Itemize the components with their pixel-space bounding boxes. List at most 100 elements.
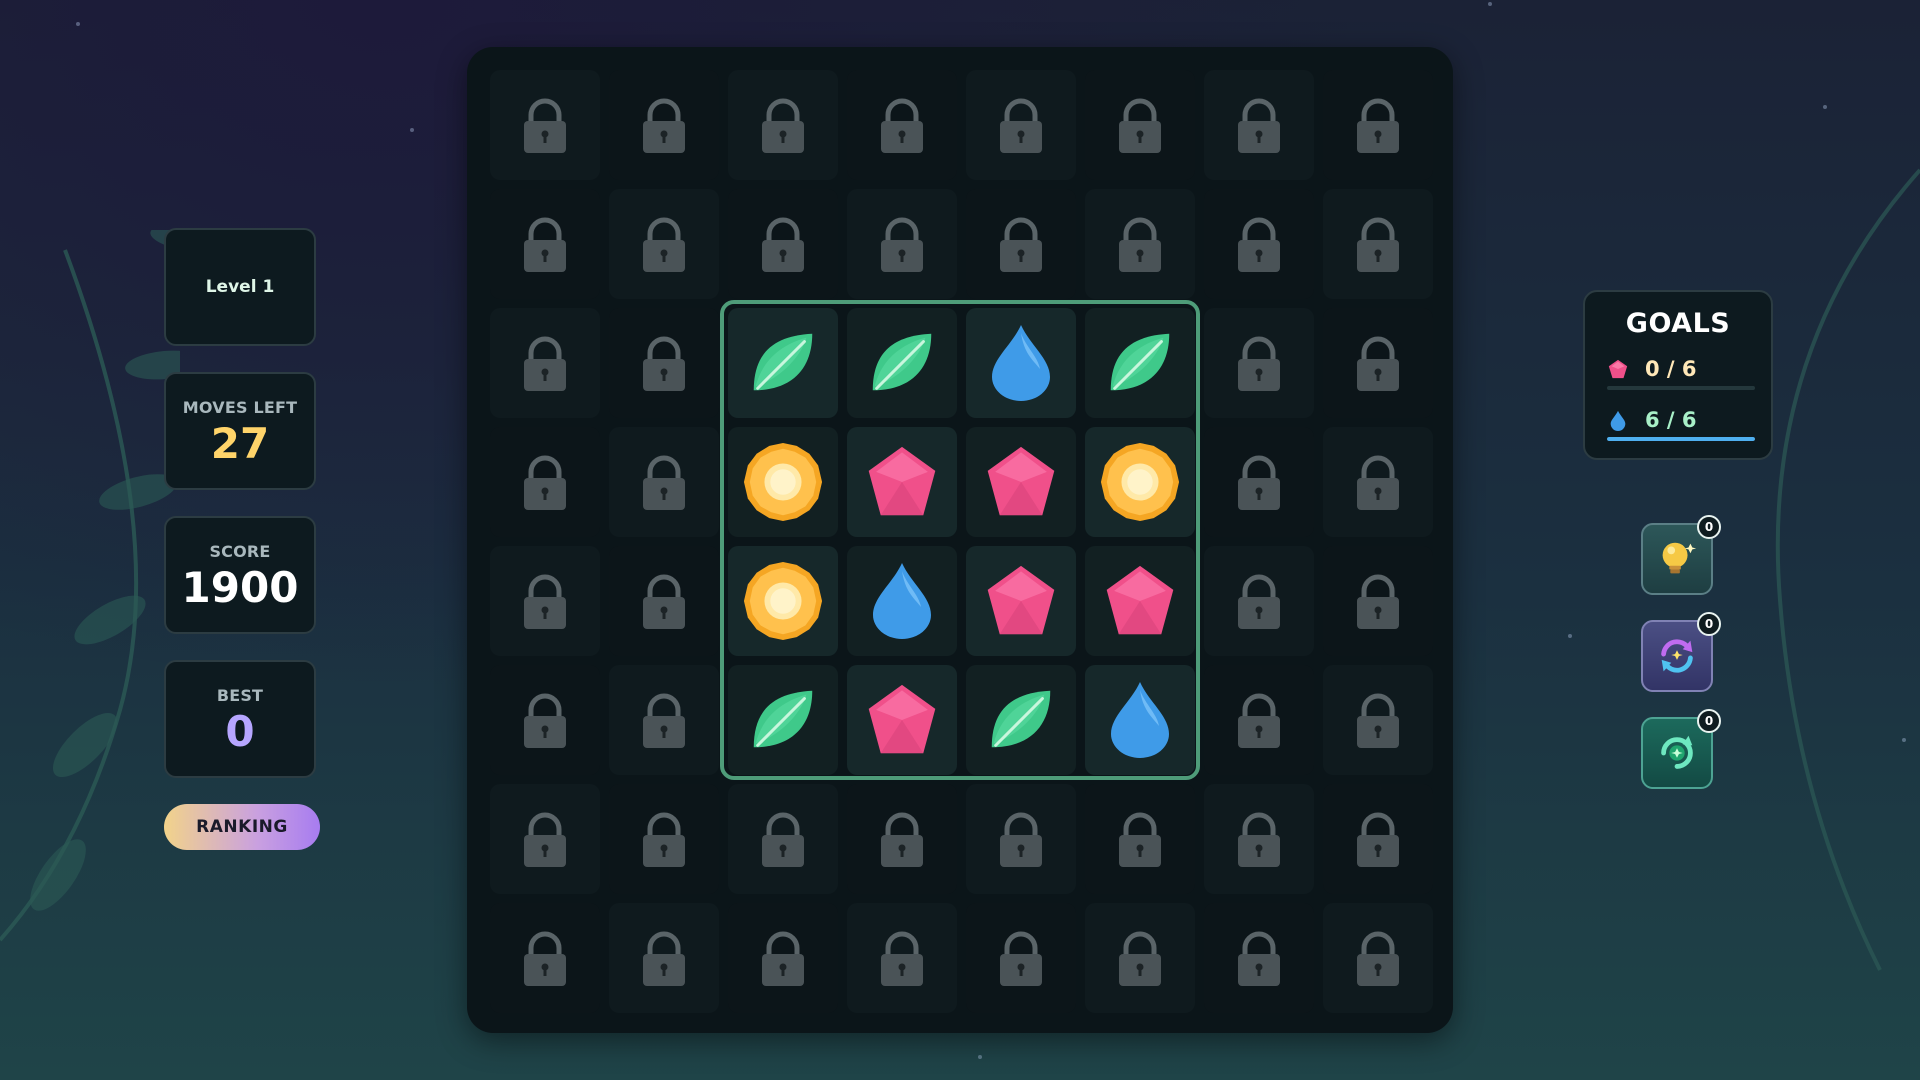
- board-cell-gem[interactable]: [966, 427, 1076, 537]
- best-value: 0: [225, 706, 255, 756]
- lock-icon: [1234, 809, 1284, 869]
- locked-cell: [847, 189, 957, 299]
- moves-label: MOVES LEFT: [182, 397, 298, 417]
- lock-icon: [1353, 571, 1403, 631]
- board-cell-drop[interactable]: [1085, 665, 1195, 775]
- locked-cell: [609, 546, 719, 656]
- board-cell-coin[interactable]: [728, 546, 838, 656]
- board-cell-leaf[interactable]: [728, 308, 838, 418]
- board-cell-gem[interactable]: [1085, 546, 1195, 656]
- game-board: [467, 47, 1453, 1033]
- lock-icon: [996, 928, 1046, 988]
- shuffle-powerup-button[interactable]: 0: [1641, 709, 1721, 789]
- locked-cell: [1085, 189, 1195, 299]
- goals-card: GOALS 0 / 6 6 / 6: [1583, 290, 1773, 460]
- goals-title: GOALS: [1625, 308, 1731, 339]
- locked-cell: [609, 427, 719, 537]
- lock-icon: [877, 809, 927, 869]
- lightbulb-icon: [1662, 542, 1697, 574]
- lock-icon: [639, 452, 689, 512]
- goal-drop-count: 6 / 6: [1645, 408, 1697, 432]
- board-cell-coin[interactable]: [728, 427, 838, 537]
- lock-icon: [639, 571, 689, 631]
- goal-drop-progress-bar: [1607, 437, 1755, 441]
- moves-card: MOVES LEFT 27: [164, 372, 316, 490]
- lock-icon: [520, 928, 570, 988]
- lock-icon: [639, 333, 689, 393]
- lock-icon: [520, 452, 570, 512]
- swap-count-badge: 0: [1697, 612, 1721, 636]
- locked-cell: [966, 784, 1076, 894]
- lock-icon: [758, 95, 808, 155]
- shuffle-icon: [1661, 735, 1693, 769]
- locked-cell: [966, 189, 1076, 299]
- lock-icon: [877, 214, 927, 274]
- goal-row-gem: 0 / 6: [1607, 354, 1755, 384]
- leaf-icon: [1101, 324, 1179, 402]
- lock-icon: [520, 571, 570, 631]
- board-cell-leaf[interactable]: [847, 308, 957, 418]
- gem-icon: [865, 681, 939, 759]
- gem-icon: [1608, 359, 1628, 379]
- leaf-icon: [863, 324, 941, 402]
- board-cell-coin[interactable]: [1085, 427, 1195, 537]
- gem-icon: [865, 443, 939, 521]
- board-cell-leaf[interactable]: [1085, 308, 1195, 418]
- score-value: 1900: [181, 562, 299, 612]
- stats-panel: Level 1 MOVES LEFT 27 SCORE 1900 BEST 0 …: [164, 228, 320, 850]
- swap-arrows-icon: [1661, 639, 1693, 673]
- leaf-icon: [744, 324, 822, 402]
- lock-icon: [520, 809, 570, 869]
- hint-powerup-button[interactable]: 0: [1641, 515, 1721, 595]
- locked-cell: [1204, 427, 1314, 537]
- locked-cell: [490, 427, 600, 537]
- locked-cell: [847, 70, 957, 180]
- lock-icon: [996, 214, 1046, 274]
- board-cell-gem[interactable]: [847, 427, 957, 537]
- lock-icon: [1353, 452, 1403, 512]
- locked-cell: [490, 308, 600, 418]
- lock-icon: [1234, 333, 1284, 393]
- lock-icon: [1234, 214, 1284, 274]
- lock-icon: [1353, 95, 1403, 155]
- lock-icon: [758, 214, 808, 274]
- locked-cell: [1085, 784, 1195, 894]
- lock-icon: [639, 690, 689, 750]
- locked-cell: [966, 903, 1076, 1013]
- locked-cell: [1204, 546, 1314, 656]
- locked-cell: [1323, 427, 1433, 537]
- level-card: Level 1: [164, 228, 316, 346]
- ranking-button[interactable]: RANKING: [164, 804, 320, 850]
- board-cell-leaf[interactable]: [728, 665, 838, 775]
- right-vine-decoration: [1775, 168, 1920, 971]
- drop-icon: [1107, 680, 1173, 760]
- locked-cell: [1323, 70, 1433, 180]
- star-dot: [978, 1055, 982, 1059]
- lock-icon: [1115, 809, 1165, 869]
- board-cell-gem[interactable]: [966, 546, 1076, 656]
- board-cell-drop[interactable]: [847, 546, 957, 656]
- locked-cell: [490, 189, 600, 299]
- swap-powerup-button[interactable]: 0: [1641, 612, 1721, 692]
- lock-icon: [1234, 928, 1284, 988]
- locked-cell: [609, 70, 719, 180]
- star-dot: [1902, 738, 1906, 742]
- locked-cell: [847, 784, 957, 894]
- locked-cell: [728, 189, 838, 299]
- gem-icon: [1103, 562, 1177, 640]
- locked-cell: [1323, 665, 1433, 775]
- locked-cell: [1204, 903, 1314, 1013]
- board-cell-drop[interactable]: [966, 308, 1076, 418]
- board-cell-leaf[interactable]: [966, 665, 1076, 775]
- board-cell-gem[interactable]: [847, 665, 957, 775]
- lock-icon: [1234, 571, 1284, 631]
- lock-icon: [1353, 214, 1403, 274]
- lock-icon: [1234, 452, 1284, 512]
- lock-icon: [1234, 690, 1284, 750]
- locked-cell: [1204, 665, 1314, 775]
- gem-icon: [984, 443, 1058, 521]
- leaf-icon: [982, 681, 1060, 759]
- locked-cell: [490, 665, 600, 775]
- score-card: SCORE 1900: [164, 516, 316, 634]
- locked-cell: [609, 189, 719, 299]
